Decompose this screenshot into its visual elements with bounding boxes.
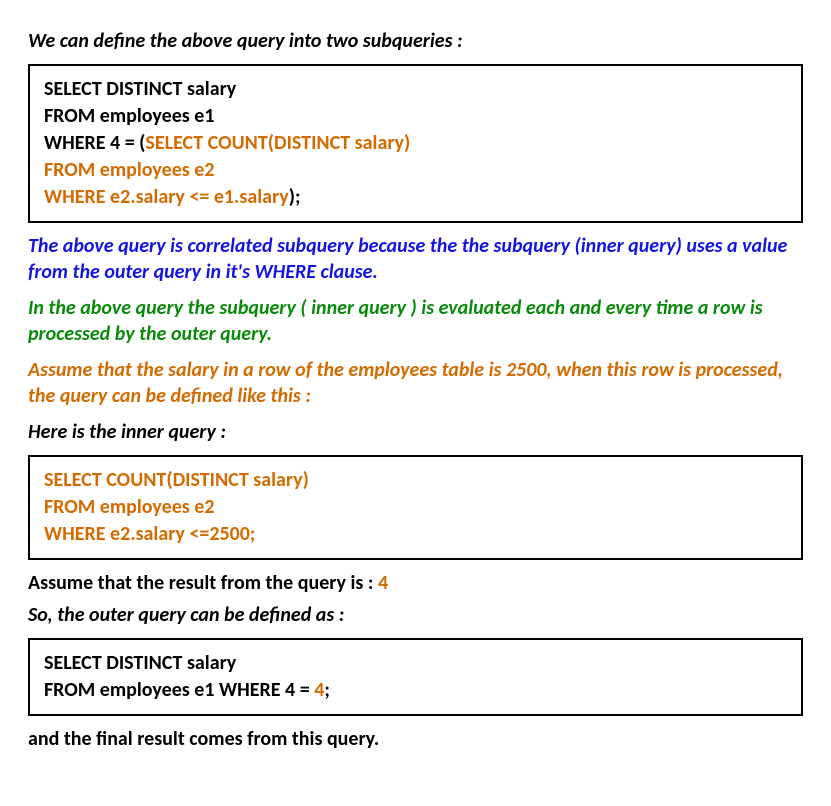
q1-line5: WHERE e2.salary <= e1.salary);: [44, 184, 787, 211]
q1-l3a: WHERE 4 = (: [44, 131, 145, 155]
q1-line2: FROM employees e1: [44, 103, 787, 130]
here-inner-label: Here is the inner query :: [28, 419, 803, 445]
q1-l5a: WHERE e2.salary <= e1.salary: [44, 185, 289, 209]
query-box-2: SELECT COUNT(DISTINCT salary) FROM emplo…: [28, 455, 803, 560]
assume-result: Assume that the result from the query is…: [28, 570, 803, 596]
note-evaluated: In the above query the subquery ( inner …: [28, 295, 803, 347]
final-result-text: and the final result comes from this que…: [28, 726, 803, 752]
q1-line4: FROM employees e2: [44, 157, 787, 184]
q1-l5b: );: [289, 185, 301, 209]
query-box-3: SELECT DISTINCT salary FROM employees e1…: [28, 638, 803, 716]
q2-line2: FROM employees e2: [44, 494, 787, 521]
query-box-1: SELECT DISTINCT salary FROM employees e1…: [28, 64, 803, 223]
q3-l2c: ;: [324, 678, 330, 702]
assume-result-value: 4: [378, 571, 388, 595]
q2-line1: SELECT COUNT(DISTINCT salary): [44, 467, 787, 494]
q3-l2a: FROM employees e1 WHERE 4 =: [44, 678, 314, 702]
intro-text: We can define the above query into two s…: [28, 28, 803, 54]
q1-line3: WHERE 4 = (SELECT COUNT(DISTINCT salary): [44, 130, 787, 157]
q2-line3: WHERE e2.salary <=2500;: [44, 521, 787, 548]
q3-l2b: 4: [314, 678, 324, 702]
note-assume-salary: Assume that the salary in a row of the e…: [28, 357, 803, 409]
q3-line2: FROM employees e1 WHERE 4 = 4;: [44, 677, 787, 704]
outer-defined-label: So, the outer query can be defined as :: [28, 602, 803, 628]
note-correlated: The above query is correlated subquery b…: [28, 233, 803, 285]
q1-l3b: SELECT COUNT(DISTINCT salary): [145, 131, 410, 155]
q1-line1: SELECT DISTINCT salary: [44, 76, 787, 103]
assume-result-text: Assume that the result from the query is…: [28, 571, 378, 595]
q3-line1: SELECT DISTINCT salary: [44, 650, 787, 677]
